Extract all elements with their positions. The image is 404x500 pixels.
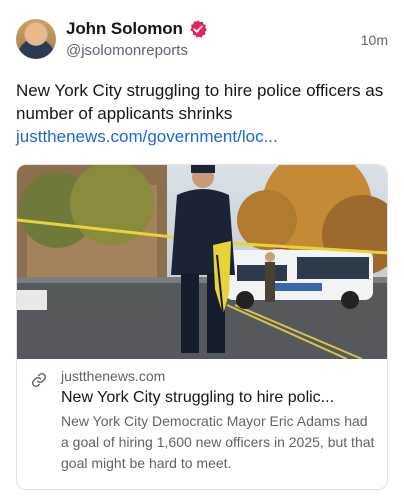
avatar[interactable] <box>16 19 56 59</box>
post: John Solomon @jsolomonreports 10m New Yo… <box>0 0 404 500</box>
post-text: New York City struggling to hire police … <box>16 81 384 123</box>
author-row: John Solomon <box>66 17 208 41</box>
card-description: New York City Democratic Mayor Eric Adam… <box>61 413 375 471</box>
card-body: justthenews.com New York City struggling… <box>17 359 387 489</box>
link-icon <box>31 372 47 388</box>
author-handle[interactable]: @jsolomonreports <box>66 42 188 59</box>
author-name[interactable]: John Solomon <box>66 19 183 39</box>
card-domain: justthenews.com <box>61 368 166 384</box>
verified-badge-icon <box>190 20 207 38</box>
news-photo-image <box>17 165 387 359</box>
card-title[interactable]: New York City struggling to hire polic..… <box>61 387 379 408</box>
post-timestamp: 10m <box>360 32 388 48</box>
post-link[interactable]: justthenews.com/government/loc... <box>16 125 278 148</box>
link-preview-card[interactable]: justthenews.com New York City struggling… <box>16 164 388 490</box>
